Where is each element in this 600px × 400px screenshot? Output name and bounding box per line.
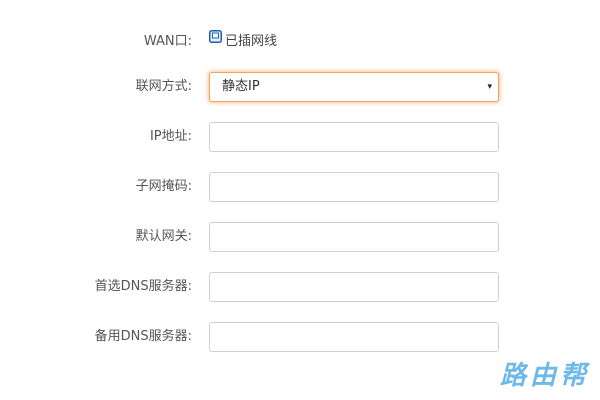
secondary-dns-row: 备用DNS服务器: [0,322,600,352]
connection-type-row: 联网方式: 静态IP ▾ [0,72,600,102]
chevron-down-icon: ▾ [487,82,492,92]
subnet-mask-input[interactable] [209,172,499,202]
secondary-dns-input[interactable] [209,322,499,352]
primary-dns-label: 首选DNS服务器: [94,279,192,294]
watermark-logo: 路由帮 [499,361,590,391]
ethernet-port-icon [209,25,222,55]
wan-port-row: WAN口: 已插网线 [0,27,600,57]
gateway-input[interactable] [209,222,499,252]
connection-type-selected: 静态IP [222,79,260,94]
connection-type-select[interactable]: 静态IP ▾ [209,72,499,102]
wan-port-status-text: 已插网线 [225,34,278,49]
wan-settings-form: WAN口: 已插网线 联网方式: 静态IP ▾ IP地址: 子网掩码: 默认网关… [0,0,600,400]
subnet-mask-label: 子网掩码: [135,179,192,194]
primary-dns-row: 首选DNS服务器: [0,272,600,302]
connection-type-label: 联网方式: [135,79,192,94]
secondary-dns-label: 备用DNS服务器: [94,329,192,344]
ip-address-row: IP地址: [0,122,600,152]
ip-address-input[interactable] [209,122,499,152]
wan-port-label: WAN口: [143,34,192,49]
wan-port-status: 已插网线 [209,27,277,57]
subnet-mask-row: 子网掩码: [0,172,600,202]
gateway-label: 默认网关: [135,229,192,244]
gateway-row: 默认网关: [0,222,600,252]
primary-dns-input[interactable] [209,272,499,302]
ip-address-label: IP地址: [149,129,192,144]
